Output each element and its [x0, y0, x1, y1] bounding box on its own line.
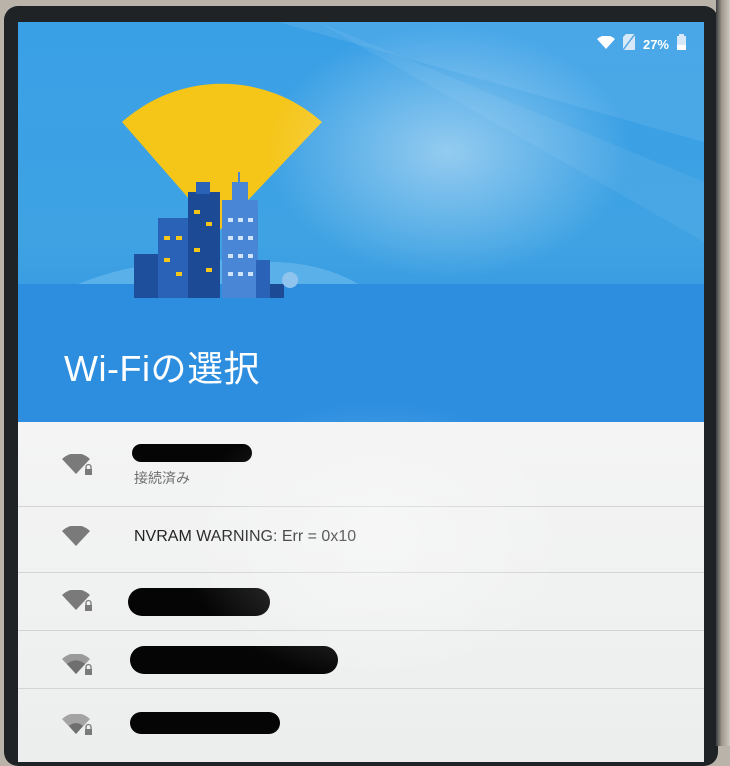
- wifi-lock-icon: [62, 589, 94, 618]
- wifi-network-item[interactable]: [18, 572, 704, 631]
- wifi-lock-icon: [62, 713, 94, 742]
- wifi-network-item[interactable]: [18, 688, 704, 762]
- status-bar: 27%: [596, 33, 686, 54]
- no-sim-icon: [622, 33, 636, 54]
- wifi-signal-icon: [62, 525, 94, 554]
- redaction-mark: [130, 712, 280, 734]
- wifi-network-item[interactable]: [18, 630, 704, 689]
- background-wall: [716, 0, 730, 746]
- redaction-mark: [130, 646, 338, 674]
- wifi-network-status: 接続済み: [134, 471, 190, 487]
- wifi-network-item[interactable]: 接続済み: [18, 422, 704, 507]
- battery-icon: [677, 34, 686, 54]
- redaction-mark: [132, 444, 252, 462]
- wifi-network-item[interactable]: NVRAM WARNING: Err = 0x10: [18, 506, 704, 573]
- page-title: Wi-Fiの選択: [64, 348, 260, 389]
- battery-percent: 27%: [642, 36, 669, 52]
- wifi-lock-icon: [62, 653, 94, 682]
- header-panel: 27% Wi-Fiの選択: [18, 22, 704, 422]
- device-screen: 27% Wi-Fiの選択 接続済み NVRAM WARNING: Err = 0…: [18, 22, 704, 762]
- wifi-signal-icon: [596, 34, 615, 54]
- wifi-network-list: 接続済み NVRAM WARNING: Err = 0x10: [18, 422, 704, 762]
- wifi-lock-icon: [62, 453, 94, 482]
- redaction-mark: [128, 588, 270, 616]
- wifi-network-name: NVRAM WARNING: Err = 0x10: [134, 528, 357, 545]
